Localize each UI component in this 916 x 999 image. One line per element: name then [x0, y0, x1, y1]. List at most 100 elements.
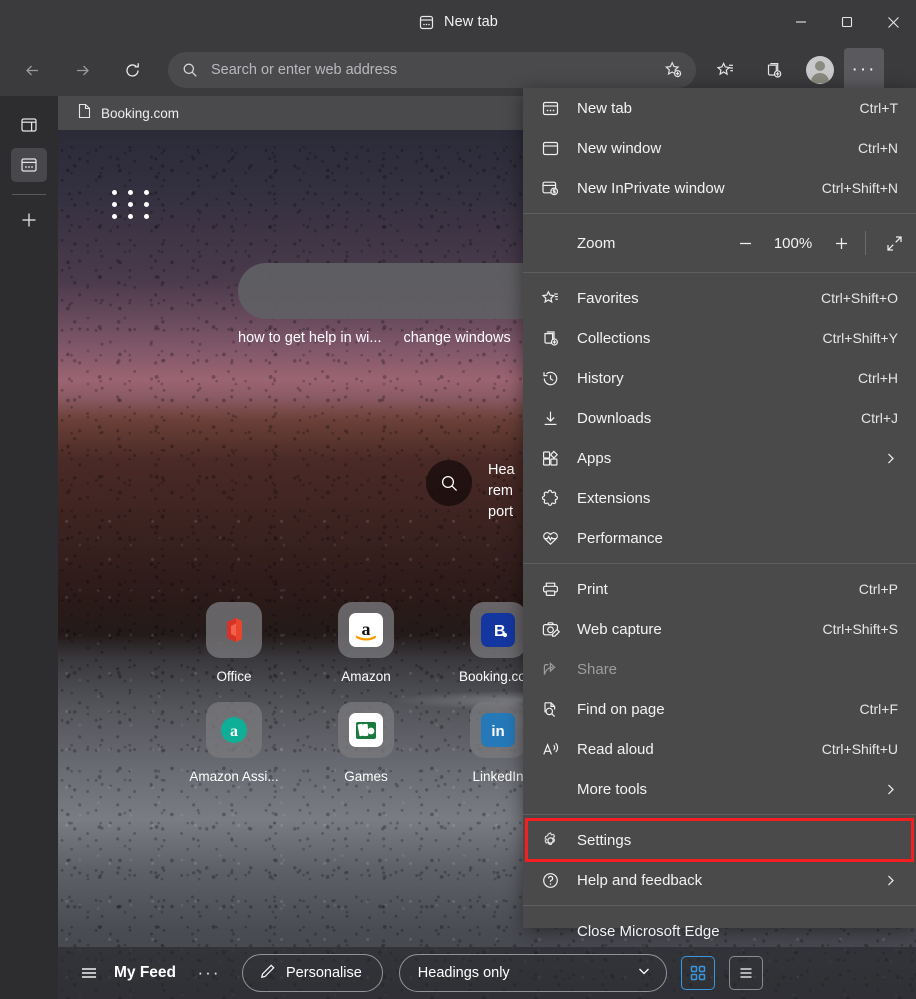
menu-separator [523, 905, 916, 906]
app-launcher-icon[interactable] [112, 190, 153, 219]
zoom-out-button[interactable] [725, 234, 765, 253]
fullscreen-button[interactable] [872, 234, 916, 253]
avatar[interactable] [806, 56, 834, 84]
forward-button[interactable] [64, 52, 100, 88]
menu-item-label: More tools [577, 780, 648, 798]
settings-highlight-wrapper: Settings [523, 818, 916, 862]
menu-item-accelerator: Ctrl+H [857, 370, 898, 386]
menu-item-label: History [577, 369, 624, 387]
menu-item-find-on-page[interactable]: Find on page Ctrl+F [523, 689, 916, 729]
search-icon [182, 62, 198, 78]
shortcut-office[interactable]: Office [168, 602, 300, 684]
feed-title: My Feed [114, 964, 177, 981]
games-icon [349, 713, 383, 747]
booking-icon: B [481, 613, 515, 647]
add-favorite-icon[interactable] [664, 61, 682, 79]
shortcut-amazon-assistant[interactable]: a Amazon Assi... [168, 702, 300, 784]
zoom-label: Zoom [577, 234, 616, 252]
menu-item-downloads[interactable]: Downloads Ctrl+J [523, 398, 916, 438]
menu-item-new-inprivate-window[interactable]: New InPrivate window Ctrl+Shift+N [523, 168, 916, 208]
tab-title[interactable]: New tab [444, 14, 498, 30]
layout-value: Headings only [417, 965, 510, 981]
shortcut-tile: a [206, 702, 262, 758]
sidebar-item-tab-actions[interactable] [11, 148, 47, 182]
find-icon [523, 700, 577, 719]
collections-button[interactable] [754, 52, 792, 88]
shortcut-label: Games [344, 769, 388, 784]
close-button[interactable] [870, 0, 916, 44]
menu-item-extensions[interactable]: Extensions [523, 478, 916, 518]
favorites-button[interactable] [706, 52, 744, 88]
sidebar-item-add[interactable] [11, 203, 47, 237]
shortcut-label: LinkedIn [472, 769, 524, 784]
menu-item-apps[interactable]: Apps [523, 438, 916, 478]
menu-item-label: Performance [577, 529, 663, 547]
menu-separator [523, 213, 916, 214]
svg-text:a: a [362, 619, 371, 639]
new-window-icon [523, 139, 577, 158]
sidebar-item-browser-essentials[interactable] [11, 108, 47, 142]
menu-item-new-tab[interactable]: New tab Ctrl+T [523, 88, 916, 128]
zoom-in-button[interactable] [821, 234, 861, 253]
performance-icon [523, 529, 577, 548]
hamburger-icon[interactable] [70, 956, 108, 990]
menu-item-settings[interactable]: Settings [523, 820, 916, 860]
personalise-button[interactable]: Personalise [242, 954, 383, 992]
edge-browser-window: New tab Search or enter web address ··· … [0, 0, 916, 999]
trending-item[interactable]: change windows [403, 330, 510, 346]
promo-line: Hea [488, 462, 515, 478]
back-button[interactable] [14, 52, 50, 88]
address-input[interactable] [211, 62, 664, 78]
menu-item-new-window[interactable]: New window Ctrl+N [523, 128, 916, 168]
menu-separator [523, 814, 916, 815]
shortcut-label: Office [216, 669, 252, 684]
menu-item-collections[interactable]: Collections Ctrl+Shift+Y [523, 318, 916, 358]
menu-item-accelerator: Ctrl+N [857, 140, 898, 156]
menu-item-label: Extensions [577, 489, 651, 507]
menu-separator [523, 272, 916, 273]
svg-text:B: B [494, 623, 506, 640]
bookmark-item[interactable]: Booking.com [72, 100, 184, 127]
layout-select[interactable]: Headings only [398, 954, 667, 992]
refresh-button[interactable] [114, 52, 150, 88]
share-icon [523, 660, 577, 679]
trending-item[interactable]: how to get help in wi... [238, 330, 381, 346]
menu-item-label: New window [577, 139, 662, 157]
menu-item-label: Share [577, 660, 618, 678]
shortcut-amazon[interactable]: a Amazon [300, 602, 432, 684]
menu-item-favorites[interactable]: Favorites Ctrl+Shift+O [523, 278, 916, 318]
menu-item-help-and-feedback[interactable]: Help and feedback [523, 860, 916, 900]
menu-item-print[interactable]: Print Ctrl+P [523, 569, 916, 609]
maximize-button[interactable] [824, 0, 870, 44]
menu-item-performance[interactable]: Performance [523, 518, 916, 558]
zoom-divider [865, 231, 866, 255]
apps-icon [523, 449, 577, 468]
menu-item-accelerator: Ctrl+Shift+Y [822, 330, 898, 346]
feed-more-button[interactable]: ··· [194, 963, 224, 983]
shortcut-tile: a [338, 602, 394, 658]
grid-view-button[interactable] [680, 956, 715, 990]
menu-item-read-aloud[interactable]: Read aloud Ctrl+Shift+U [523, 729, 916, 769]
settings-and-more-button[interactable]: ··· [844, 48, 884, 92]
address-bar[interactable] [168, 52, 696, 88]
menu-item-label: Print [577, 580, 608, 598]
zoom-value: 100% [773, 234, 813, 252]
menu-item-accelerator: Ctrl+F [859, 701, 899, 717]
list-view-button[interactable] [728, 956, 763, 990]
trending-searches: how to get help in wi... change windows [238, 330, 511, 346]
menu-item-label: New InPrivate window [577, 179, 725, 197]
menu-item-accelerator: Ctrl+T [859, 100, 899, 116]
minimize-button[interactable] [778, 0, 824, 44]
shortcut-games[interactable]: Games [300, 702, 432, 784]
promo-line: port [488, 504, 513, 520]
chevron-right-icon [883, 451, 898, 466]
menu-item-label: Find on page [577, 700, 665, 718]
menu-item-accelerator: Ctrl+Shift+U [821, 741, 898, 757]
menu-item-close-microsoft-edge[interactable]: Close Microsoft Edge [523, 911, 916, 951]
amazon-icon: a [349, 613, 383, 647]
menu-item-more-tools[interactable]: More tools [523, 769, 916, 809]
shortcut-tile: in [470, 702, 526, 758]
menu-item-history[interactable]: History Ctrl+H [523, 358, 916, 398]
menu-item-label: Downloads [577, 409, 652, 427]
menu-item-web-capture[interactable]: Web capture Ctrl+Shift+S [523, 609, 916, 649]
